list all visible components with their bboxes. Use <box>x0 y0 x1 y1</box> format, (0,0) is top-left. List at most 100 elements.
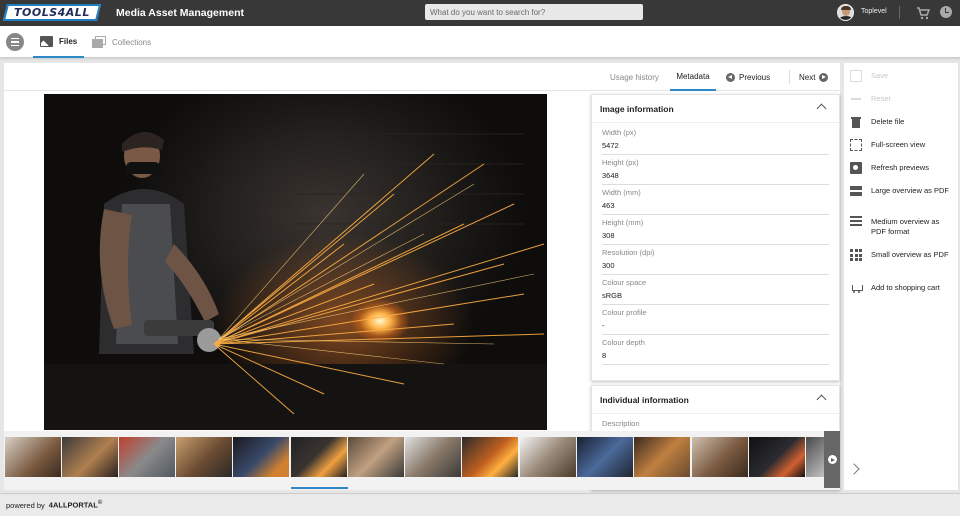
next-label: Next <box>799 72 816 82</box>
metadata-tab[interactable]: Metadata <box>670 63 716 91</box>
thumbnail[interactable] <box>806 437 824 477</box>
small-overview-pdf-action[interactable]: Small overview as PDF <box>850 249 956 261</box>
tab-files-label: Files <box>59 36 78 46</box>
refresh-image-icon <box>850 162 862 174</box>
thumbnail[interactable] <box>405 437 461 477</box>
field-label: Resolution (dpi) <box>602 248 655 257</box>
thumbnail[interactable] <box>577 437 633 477</box>
reset-action[interactable]: Reset <box>850 93 956 105</box>
4allportal-logo[interactable]: 4ALLPORTAL© <box>49 500 102 510</box>
shopping-cart-icon[interactable] <box>916 6 930 20</box>
field-value: 308 <box>602 231 615 240</box>
action-label: Save <box>871 71 889 80</box>
save-action[interactable]: Save <box>850 70 956 82</box>
save-icon <box>850 70 862 82</box>
usage-history-tab[interactable]: Usage history <box>610 63 659 91</box>
thumbnail[interactable] <box>233 437 289 477</box>
field-height-mm[interactable]: Height (mm) 308 <box>602 215 829 245</box>
refresh-previews-action[interactable]: Refresh previews <box>850 162 956 174</box>
action-label: Add to shopping cart <box>871 283 940 292</box>
field-label: Width (mm) <box>602 188 641 197</box>
field-label: Colour profile <box>602 308 647 317</box>
action-label: Large overview as PDF <box>871 186 949 195</box>
thumbnail[interactable] <box>62 437 118 477</box>
tab-collections-label: Collections <box>112 37 152 47</box>
field-height-px[interactable]: Height (px) 3648 <box>602 155 829 185</box>
field-label: Description <box>602 419 640 428</box>
powered-by-text: powered by <box>6 500 45 510</box>
medium-overview-pdf-action[interactable]: Medium overview as PDF format <box>850 216 956 237</box>
thumbnail[interactable] <box>119 437 175 477</box>
nav-bar: Files Collections <box>0 26 960 58</box>
thumbnail[interactable] <box>291 437 347 477</box>
field-label: Height (mm) <box>602 218 644 227</box>
field-width-mm[interactable]: Width (mm) 463 <box>602 185 829 215</box>
search-input[interactable] <box>425 4 643 20</box>
chevron-up-icon[interactable] <box>816 103 827 114</box>
individual-information-title: Individual information <box>600 394 689 405</box>
delete-file-action[interactable]: Delete file <box>850 116 956 128</box>
clock-icon[interactable] <box>940 6 952 18</box>
field-width-px[interactable]: Width (px) 5472 <box>602 125 829 155</box>
action-label: Small overview as PDF <box>871 250 949 259</box>
thumbnail-strip <box>4 431 840 490</box>
thumbnail[interactable] <box>634 437 690 477</box>
image-information-panel: Image information Width (px) 5472 Height… <box>591 94 840 381</box>
add-to-cart-action[interactable]: Add to shopping cart <box>850 282 956 294</box>
thumbnail[interactable] <box>520 437 576 477</box>
username[interactable]: Toplevel <box>861 8 887 15</box>
footer: powered by 4ALLPORTAL© <box>0 493 960 516</box>
full-screen-action[interactable]: Full-screen view <box>850 139 956 151</box>
action-label: Delete file <box>871 117 905 126</box>
field-colour-space[interactable]: Colour space sRGB <box>602 275 829 305</box>
image-information-title: Image information <box>600 103 674 114</box>
individual-information-header[interactable]: Individual information <box>592 386 839 414</box>
image-icon <box>40 35 53 47</box>
add-cart-icon <box>850 282 863 294</box>
user-avatar[interactable] <box>837 4 854 21</box>
chevron-right-icon[interactable] <box>848 463 860 475</box>
image-information-header[interactable]: Image information <box>592 95 839 123</box>
large-overview-pdf-action[interactable]: Large overview as PDF <box>850 185 956 197</box>
field-resolution[interactable]: Resolution (dpi) 300 <box>602 245 829 275</box>
fullscreen-icon <box>850 139 862 151</box>
field-label: Width (px) <box>602 128 637 137</box>
grinding-sparks-photo <box>44 131 547 430</box>
trash-icon <box>850 116 862 128</box>
field-value: 5472 <box>602 141 619 150</box>
file-detail-panel: Usage history Metadata Previous Next Ima… <box>4 63 840 490</box>
grid-icon <box>850 249 862 261</box>
menu-button[interactable] <box>6 33 24 51</box>
chevron-up-icon[interactable] <box>816 394 827 405</box>
active-thumbnail-indicator <box>291 487 348 489</box>
thumbnail-next-button[interactable] <box>824 431 840 488</box>
thumbnail[interactable] <box>462 437 518 477</box>
tab-files[interactable]: Files <box>33 26 84 58</box>
app-title: Media Asset Management <box>116 7 244 19</box>
field-colour-depth[interactable]: Colour depth 8 <box>602 335 829 365</box>
field-value: sRGB <box>602 291 623 300</box>
image-preview[interactable] <box>44 94 547 430</box>
next-arrow-icon <box>827 455 837 464</box>
thumbnail[interactable] <box>749 437 805 477</box>
field-value: 300 <box>602 261 615 270</box>
field-value: 3648 <box>602 171 619 180</box>
field-colour-profile[interactable]: Colour profile - <box>602 305 829 335</box>
brand-name: 4ALLPORTAL <box>48 500 98 510</box>
previous-button[interactable]: Previous <box>726 63 770 91</box>
thumbnail[interactable] <box>176 437 232 477</box>
thumbnail[interactable] <box>692 437 748 477</box>
actions-panel: Save Reset Delete file Full-screen view … <box>844 63 958 490</box>
thumbnail[interactable] <box>348 437 404 477</box>
detail-toolbar: Usage history Metadata Previous Next <box>4 63 840 91</box>
field-label: Colour depth <box>602 338 645 347</box>
next-arrow-icon <box>819 72 829 82</box>
field-value: 8 <box>602 351 607 360</box>
collections-icon <box>92 36 106 48</box>
tools4all-logo[interactable]: TOOLS4ALL <box>2 4 102 21</box>
toolbar-divider <box>789 70 790 84</box>
thumbnail[interactable] <box>5 437 61 477</box>
tab-collections[interactable]: Collections <box>90 26 151 58</box>
action-label: Reset <box>871 94 891 103</box>
next-button[interactable]: Next <box>799 63 829 91</box>
